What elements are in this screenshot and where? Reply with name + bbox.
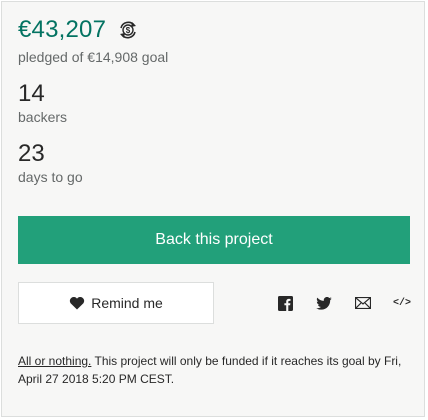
pledged-amount: €43,207 bbox=[18, 16, 107, 43]
all-or-nothing-link[interactable]: All or nothing. bbox=[18, 354, 91, 368]
all-or-nothing-note: All or nothing. This project will only b… bbox=[18, 352, 412, 388]
heart-icon bbox=[70, 296, 85, 310]
facebook-icon[interactable] bbox=[275, 293, 295, 313]
back-this-project-button[interactable]: Back this project bbox=[18, 216, 410, 264]
days-to-go-count: 23 bbox=[18, 140, 45, 167]
project-funding-card: €43,207 $ pledged of €14,908 goal 14 bac… bbox=[1, 1, 425, 417]
remind-me-button[interactable]: Remind me bbox=[18, 282, 214, 324]
email-icon[interactable] bbox=[353, 293, 373, 313]
backers-label: backers bbox=[18, 109, 68, 125]
pledged-goal-text: pledged of €14,908 goal bbox=[18, 49, 169, 65]
embed-icon[interactable]: </> bbox=[392, 293, 412, 313]
svg-text:$: $ bbox=[126, 26, 131, 35]
twitter-icon[interactable] bbox=[314, 293, 334, 313]
remind-me-label: Remind me bbox=[91, 295, 163, 311]
days-to-go-label: days to go bbox=[18, 169, 83, 185]
currency-conversion-icon[interactable]: $ bbox=[117, 19, 139, 41]
amount-row: €43,207 $ bbox=[18, 16, 139, 44]
backers-count: 14 bbox=[18, 80, 45, 107]
